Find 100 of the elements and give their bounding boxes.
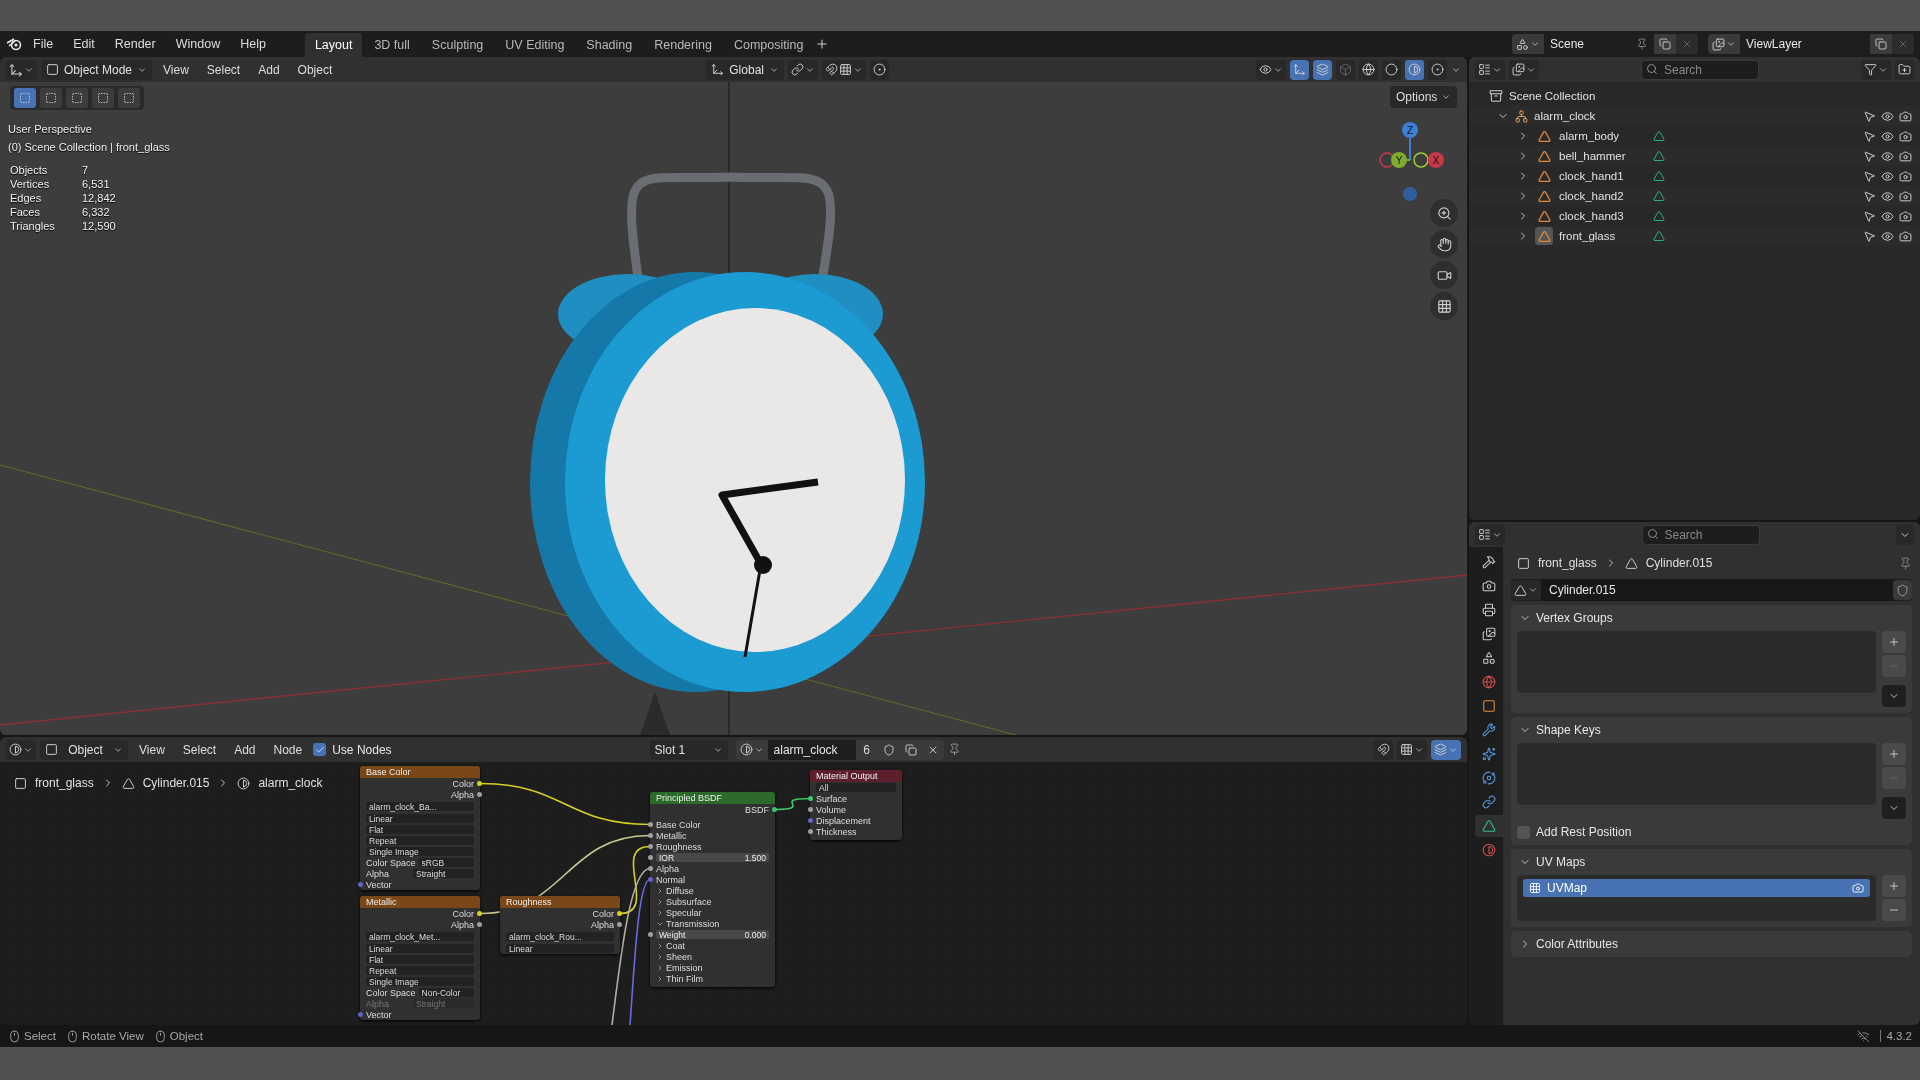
search-field[interactable]: Search (1641, 59, 1759, 80)
eye-icon[interactable] (1881, 169, 1894, 183)
camera-icon[interactable] (1852, 882, 1864, 894)
menu-item[interactable]: Help (231, 34, 275, 54)
header-menu[interactable]: Object (290, 60, 340, 79)
node-dropdown[interactable]: Straight (413, 868, 474, 879)
snap-button[interactable] (1374, 739, 1393, 760)
panel-toggle[interactable]: Diffuse (656, 885, 694, 896)
tree-item[interactable]: alarm_body (1559, 130, 1647, 142)
select-mode-button[interactable] (40, 88, 62, 108)
workspace-tab[interactable]: Compositing (723, 33, 814, 57)
filter-button[interactable] (1861, 59, 1891, 80)
image-selector[interactable]: alarm_clock_Ba... (366, 801, 474, 812)
node-dropdown[interactable]: Flat (366, 824, 474, 835)
panel-header[interactable]: UV Maps (1517, 849, 1906, 875)
node-dropdown[interactable]: Linear (366, 943, 474, 954)
editor-type-button[interactable] (1475, 524, 1505, 545)
editor-type-button[interactable] (6, 59, 37, 80)
snap-button[interactable] (822, 59, 867, 80)
node-dropdown[interactable]: Linear (366, 813, 474, 824)
camera-icon[interactable] (1899, 229, 1912, 243)
header-menu[interactable]: Node (266, 740, 310, 759)
panel-toggle[interactable]: Transmission (656, 918, 720, 929)
display-mode-button[interactable] (1475, 59, 1505, 80)
view-layer-selector[interactable] (1708, 34, 1740, 54)
pointer-icon[interactable] (1863, 129, 1876, 143)
pin-icon[interactable] (947, 743, 961, 756)
tree-item[interactable]: bell_hammer (1559, 150, 1647, 162)
header-menu[interactable]: View (132, 740, 172, 759)
select-mode-button[interactable] (66, 88, 88, 108)
workspace-tab[interactable]: Shading (576, 33, 643, 57)
node-dropdown[interactable]: Repeat (366, 965, 474, 976)
axis-handle[interactable] (1413, 152, 1429, 168)
menu-item[interactable]: Render (105, 34, 165, 54)
grid-button[interactable] (1397, 739, 1427, 760)
node-dropdown[interactable]: sRGB (418, 857, 474, 868)
gizmo-button[interactable] (1290, 59, 1309, 80)
panel-toggle[interactable]: Coat (656, 940, 685, 951)
shading-button[interactable] (1382, 59, 1401, 80)
shader-node[interactable]: Material Output All Surface Volume Displacement Thickness (810, 770, 902, 840)
overlay-button[interactable] (1313, 59, 1332, 80)
menu-button[interactable] (1882, 685, 1906, 707)
options-button[interactable] (1896, 524, 1914, 545)
panel-toggle[interactable]: Thin Film (656, 973, 703, 984)
eye-icon[interactable] (1881, 149, 1894, 163)
pointer-icon[interactable] (1863, 109, 1876, 123)
menu-item[interactable]: Edit (64, 34, 104, 54)
eye-icon[interactable] (1881, 129, 1894, 143)
camera-icon[interactable] (1899, 129, 1912, 143)
pointer-icon[interactable] (1863, 209, 1876, 223)
node-dropdown[interactable]: Single Image (366, 846, 474, 857)
material-browse-button[interactable] (735, 739, 768, 760)
new-collection-button[interactable] (1895, 59, 1914, 80)
shading-button[interactable] (1359, 59, 1378, 80)
menu-item[interactable]: Window (166, 34, 230, 54)
eye-icon[interactable] (1881, 189, 1894, 203)
pivot-button[interactable] (788, 59, 819, 80)
workspace-tab[interactable]: Rendering (644, 33, 722, 57)
panel-toggle[interactable]: Emission (656, 962, 703, 973)
add-icon[interactable] (815, 37, 830, 51)
image-selector[interactable]: alarm_clock_Met... (366, 931, 474, 942)
menu-item[interactable]: File (24, 34, 63, 54)
panel-header[interactable]: Shape Keys (1517, 717, 1906, 743)
tree-item[interactable]: clock_hand2 (1559, 190, 1647, 202)
checkbox[interactable] (313, 743, 327, 756)
tree-item[interactable]: clock_hand3 (1559, 210, 1647, 222)
node-dropdown[interactable]: All (816, 782, 896, 793)
search-field[interactable]: Search (1641, 524, 1760, 545)
workspace-tab[interactable]: UV Editing (495, 33, 575, 57)
workspace-tab[interactable]: Layout (304, 33, 363, 57)
axis-handle[interactable] (1379, 152, 1395, 168)
editor-type-button[interactable] (6, 739, 36, 760)
close-button[interactable] (921, 739, 944, 760)
select-mode-button[interactable] (118, 88, 140, 108)
eye-icon[interactable] (1881, 109, 1894, 123)
object-type-button[interactable] (1535, 227, 1553, 245)
image-selector[interactable]: alarm_clock_Rou... (506, 931, 614, 942)
tree-item[interactable]: Scene Collection (1509, 90, 1596, 102)
x-axis-handle[interactable]: X (1428, 152, 1444, 168)
datablock-name-field[interactable]: Cylinder.015 (1541, 579, 1893, 601)
workspace-tab[interactable]: Sculpting (421, 33, 494, 57)
add-button[interactable] (1882, 631, 1906, 653)
slot-dropdown[interactable]: Slot 1 (649, 739, 728, 760)
blender-logo[interactable] (6, 37, 22, 51)
header-menu[interactable]: Add (227, 740, 263, 759)
pointer-icon[interactable] (1863, 149, 1876, 163)
tree-item[interactable]: alarm_clock (1534, 110, 1596, 122)
filter-view-button[interactable] (1509, 59, 1539, 80)
node-dropdown[interactable]: Single Image (366, 976, 474, 987)
eye-icon[interactable] (1881, 209, 1894, 223)
node-dropdown[interactable]: Linear (506, 943, 614, 954)
shader-type-dropdown[interactable]: Object (40, 739, 128, 760)
pointer-icon[interactable] (1863, 229, 1876, 243)
shading-button[interactable] (1405, 59, 1424, 80)
header-menu[interactable]: Select (199, 60, 248, 79)
node-dropdown[interactable]: Repeat (366, 835, 474, 846)
shading-button[interactable] (1428, 59, 1447, 80)
panel-toggle[interactable]: Sheen (656, 951, 693, 962)
number-field[interactable]: IOR 1.500 (656, 852, 769, 863)
panel-toggle[interactable]: Subsurface (656, 896, 712, 907)
